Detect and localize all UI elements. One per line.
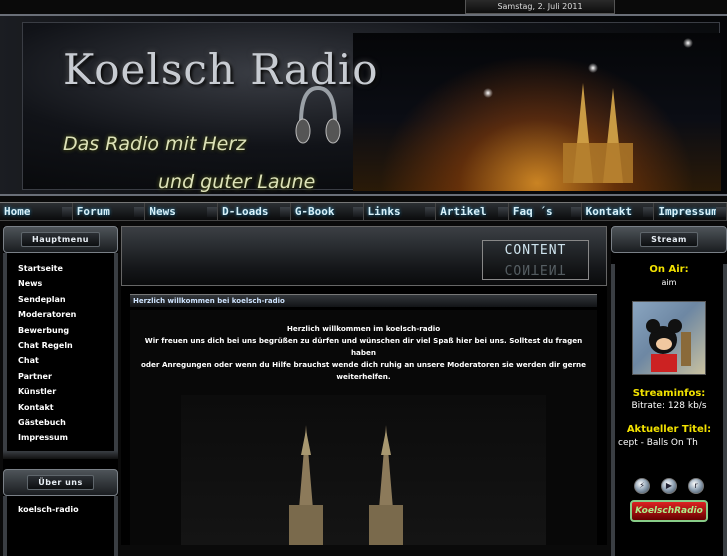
menu-item-bewerbung[interactable]: Bewerbung (7, 323, 114, 338)
welcome-line-1: Wir freuen uns dich bei uns begrüßen zu … (144, 336, 583, 357)
dj-avatar (632, 301, 706, 375)
nav-kontakt[interactable]: Kontakt (582, 203, 655, 220)
cartoon-dj-image (646, 319, 691, 372)
menu-item-startseite[interactable]: Startseite (7, 261, 114, 276)
content-tag-label: CONTENT (504, 243, 567, 258)
star-sparkle (683, 38, 693, 48)
hauptmenu-title: Hauptmenu (21, 232, 100, 247)
main-navigation: Home Forum News D-Loads G-Book Links Art… (0, 202, 727, 221)
menu-item-kontakt[interactable]: Kontakt (7, 400, 114, 415)
cathedral-spires-image (289, 425, 403, 545)
hauptmenu-header: Hauptmenu (3, 226, 118, 253)
slogan-line-2: und guter Laune (158, 171, 316, 193)
menu-item-moderatoren[interactable]: Moderatoren (7, 307, 114, 322)
current-title-marquee: cept - Balls On Th (618, 438, 698, 448)
date-display: Samstag, 2. Juli 2011 (465, 0, 615, 14)
right-sidebar: Stream On Air: aim Streaminfos: Bitrate:… (611, 226, 727, 556)
cathedral-photo (181, 395, 546, 545)
menu-item-kuenstler[interactable]: Künstler (7, 384, 114, 399)
nav-forum[interactable]: Forum (73, 203, 146, 220)
panel-divider (3, 451, 118, 459)
menu-item-partner[interactable]: Partner (7, 369, 114, 384)
welcome-line-2: oder Anregungen oder wenn du Hilfe brauc… (140, 360, 587, 369)
star-sparkle (483, 88, 493, 98)
onair-dj: aim (661, 278, 677, 287)
menu-item-sendeplan[interactable]: Sendeplan (7, 292, 114, 307)
welcome-line-3: weiterhelfen. (336, 372, 391, 381)
header-banner: Koelsch Radio Das Radio mit Herz und gut… (0, 14, 727, 196)
realplayer-icon[interactable]: r (688, 478, 704, 494)
content-tag-reflection: CONTENT (504, 261, 567, 276)
nav-artikel[interactable]: Artikel (436, 203, 509, 220)
nav-news[interactable]: News (145, 203, 219, 220)
player-links: ⚡ ▶ r (615, 478, 723, 494)
nav-impressum[interactable]: Impressum (654, 203, 727, 220)
uber-uns-list: koelsch-radio (3, 496, 118, 556)
star-sparkle (588, 63, 598, 73)
stream-header: Stream (611, 226, 727, 253)
welcome-body: Herzlich willkommen im koelsch-radio Wir… (130, 310, 597, 545)
content-header: CONTENT CONTENT (121, 226, 607, 286)
menu-item-news[interactable]: News (7, 276, 114, 291)
welcome-heading: Herzlich willkommen im koelsch-radio (286, 324, 441, 333)
uber-uns-header: Über uns (3, 469, 118, 496)
mediaplayer-icon[interactable]: ▶ (661, 478, 677, 494)
hauptmenu-list: Startseite News Sendeplan Moderatoren Be… (3, 253, 118, 451)
menu-item-chat[interactable]: Chat (7, 353, 114, 368)
winamp-icon[interactable]: ⚡ (634, 478, 650, 494)
nav-home[interactable]: Home (0, 203, 73, 220)
onair-label: On Air: (649, 264, 689, 275)
cathedral-silhouette (563, 83, 633, 183)
banner-panel: Koelsch Radio Das Radio mit Herz und gut… (22, 22, 721, 193)
nav-links[interactable]: Links (364, 203, 437, 220)
nav-faq[interactable]: Faq ´s (509, 203, 582, 220)
menu-item-impressum[interactable]: Impressum (7, 430, 114, 445)
koelschradio-badge[interactable]: KoelschRadio (630, 500, 708, 522)
uber-uns-title: Über uns (27, 475, 94, 490)
welcome-title-bar: Herzlich willkommen bei koelsch-radio (130, 294, 597, 307)
welcome-text: Herzlich willkommen im koelsch-radio Wir… (130, 310, 597, 383)
stream-panel: On Air: aim Streaminfos: Bitrate: 128 kb… (611, 264, 727, 556)
menu-item-koelsch-radio[interactable]: koelsch-radio (7, 502, 114, 517)
menu-item-gaestebuch[interactable]: Gästebuch (7, 415, 114, 430)
content-tag: CONTENT CONTENT (482, 240, 589, 280)
left-sidebar: Hauptmenu Startseite News Sendeplan Mode… (3, 226, 118, 556)
current-title-label: Aktueller Titel: (626, 424, 712, 435)
nav-downloads[interactable]: D-Loads (218, 203, 291, 220)
slogan-line-1: Das Radio mit Herz (63, 133, 247, 155)
headphones-icon (295, 85, 341, 144)
stream-title: Stream (640, 232, 698, 247)
bitrate-value: Bitrate: 128 kb/s (631, 401, 707, 411)
main-content: CONTENT CONTENT Herzlich willkommen bei … (121, 226, 607, 545)
nav-guestbook[interactable]: G-Book (291, 203, 364, 220)
menu-item-chat-regeln[interactable]: Chat Regeln (7, 338, 114, 353)
streaminfo-label: Streaminfos: (632, 388, 706, 399)
cologne-night-skyline (353, 33, 721, 191)
